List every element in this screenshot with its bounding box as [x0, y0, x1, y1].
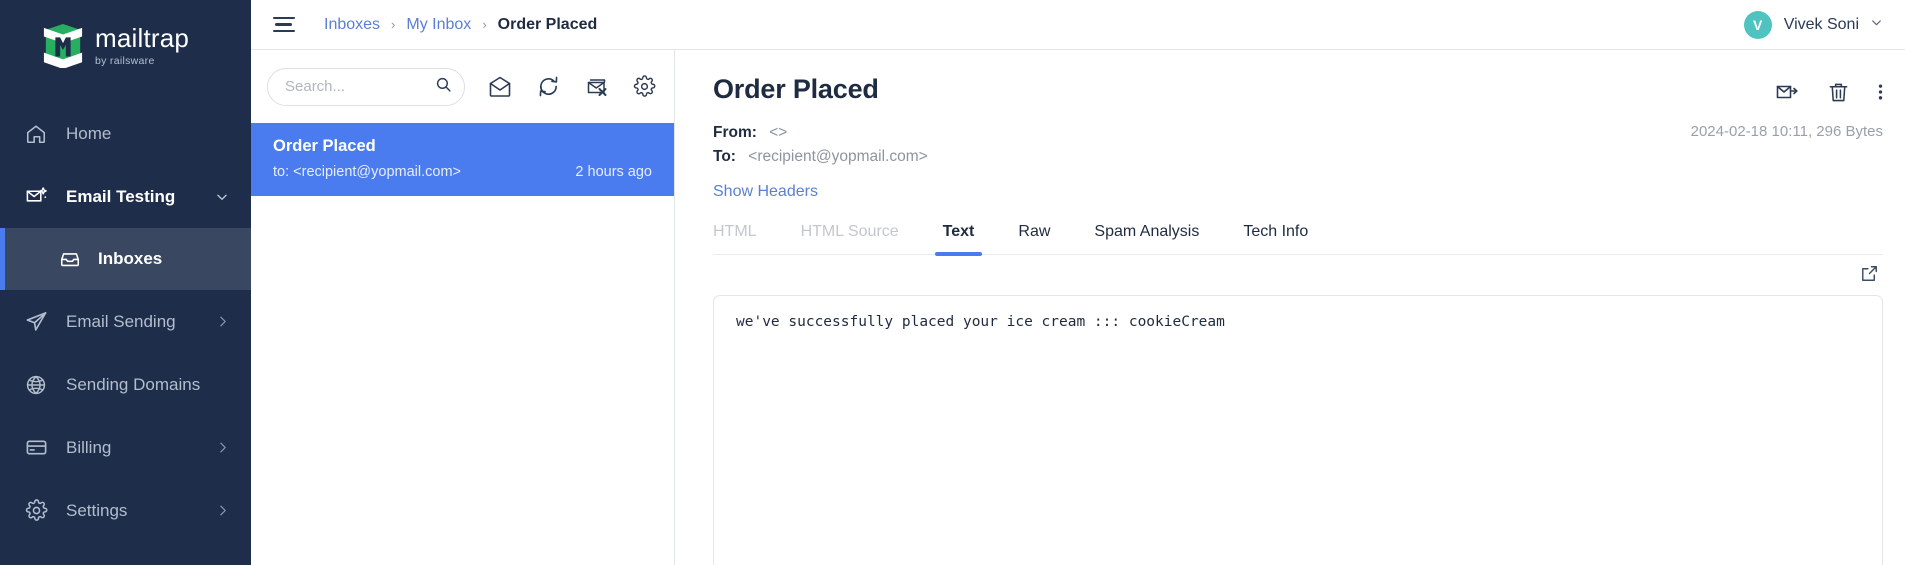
chevron-down-icon — [215, 190, 229, 204]
breadcrumb-separator: › — [391, 17, 396, 32]
message-tabs: HTML HTML Source Text Raw Spam Analysis … — [713, 223, 1883, 256]
sidebar-item-label: Settings — [66, 500, 128, 520]
page-title: Order Placed — [713, 74, 879, 104]
open-in-new-icon[interactable] — [1860, 264, 1879, 288]
chevron-right-icon — [216, 315, 229, 328]
sidebar-item-label: Inboxes — [98, 249, 163, 268]
mark-all-read-icon[interactable] — [487, 74, 513, 100]
sidebar-item-home[interactable]: Home — [0, 102, 251, 165]
sidebar-item-label: Home — [66, 123, 112, 143]
sidebar-item-label: Email Sending — [66, 311, 176, 331]
to-line: To: <recipient@yopmail.com> — [713, 145, 1691, 169]
sidebar-item-email-sending[interactable]: Email Sending — [0, 290, 251, 353]
list-toolbar — [251, 50, 674, 123]
tab-raw[interactable]: Raw — [1018, 223, 1050, 254]
breadcrumb-item-inboxes[interactable]: Inboxes — [324, 16, 380, 34]
user-menu[interactable]: V Vivek Soni — [1743, 10, 1883, 39]
search-input[interactable] — [285, 78, 435, 95]
sidebar-item-label: Email Testing — [66, 186, 176, 206]
brand-logo[interactable]: mailtrap by railsware — [0, 0, 251, 92]
message-info: 2024-02-18 10:11, 296 Bytes — [1690, 123, 1883, 140]
inbox-icon — [58, 247, 82, 271]
list-item[interactable]: Order Placed to: <recipient@yopmail.com>… — [251, 123, 674, 196]
avatar: V — [1743, 10, 1772, 39]
message-header: Order Placed — [713, 50, 1883, 105]
app-root: mailtrap by railsware Home Email Testing… — [0, 0, 1905, 565]
message-detail-panel: Order Placed From: <> To: <recipient@yop… — [675, 50, 1905, 565]
content-split: Order Placed to: <recipient@yopmail.com>… — [251, 50, 1905, 565]
to-label: To: — [713, 148, 736, 165]
gear-icon — [24, 499, 48, 523]
brand-name: mailtrap — [95, 23, 190, 53]
main-area: Inboxes › My Inbox › Order Placed V Vive… — [251, 0, 1905, 565]
message-time: 2 hours ago — [575, 164, 652, 180]
mailtrap-logo-icon — [42, 24, 84, 69]
refresh-icon[interactable] — [535, 74, 561, 100]
body-toolbar — [713, 255, 1883, 295]
sidebar-nav: Home Email Testing Inboxes Email Sending… — [0, 102, 251, 542]
inbox-settings-icon[interactable] — [631, 74, 657, 100]
email-testing-icon — [24, 185, 48, 209]
brand-tagline: by railsware — [95, 55, 155, 67]
sidebar-item-label: Billing — [66, 437, 112, 457]
search-box[interactable] — [267, 67, 465, 106]
sidebar-item-email-testing[interactable]: Email Testing — [0, 165, 251, 228]
chevron-right-icon — [216, 504, 229, 517]
globe-icon — [24, 373, 48, 397]
sidebar-item-sending-domains[interactable]: Sending Domains — [0, 353, 251, 416]
sidebar: mailtrap by railsware Home Email Testing… — [0, 0, 251, 565]
more-options-icon[interactable] — [1878, 81, 1883, 103]
sidebar-item-label: Sending Domains — [66, 374, 201, 394]
breadcrumb: Inboxes › My Inbox › Order Placed — [324, 16, 597, 34]
tab-tech-info[interactable]: Tech Info — [1243, 223, 1308, 254]
show-headers-link[interactable]: Show Headers — [713, 183, 1883, 201]
top-bar: Inboxes › My Inbox › Order Placed V Vive… — [251, 0, 1905, 50]
message-body-text: we've successfully placed your ice cream… — [736, 314, 1225, 330]
chevron-right-icon — [216, 441, 229, 454]
credit-card-icon — [24, 436, 48, 460]
tab-html-source: HTML Source — [800, 223, 899, 240]
tab-html: HTML — [713, 223, 757, 240]
search-icon[interactable] — [435, 76, 452, 98]
paper-plane-icon — [24, 310, 48, 334]
mark-as-read-icon[interactable] — [1775, 80, 1799, 104]
breadcrumb-item-current: Order Placed — [497, 15, 598, 33]
home-icon — [24, 122, 48, 146]
sidebar-item-billing[interactable]: Billing — [0, 416, 251, 479]
sidebar-item-inboxes[interactable]: Inboxes — [0, 228, 251, 290]
message-recipient: to: <recipient@yopmail.com> — [273, 164, 461, 180]
from-label: From: — [713, 124, 757, 141]
message-list-panel: Order Placed to: <recipient@yopmail.com>… — [251, 50, 675, 565]
breadcrumb-item-my-inbox[interactable]: My Inbox — [406, 16, 471, 34]
from-value: <> — [769, 124, 788, 141]
message-meta: From: <> To: <recipient@yopmail.com> 202… — [713, 121, 1883, 169]
tab-spam-analysis[interactable]: Spam Analysis — [1094, 223, 1199, 254]
chevron-down-icon — [1870, 16, 1883, 34]
hamburger-icon[interactable] — [273, 16, 295, 33]
sidebar-item-settings[interactable]: Settings — [0, 479, 251, 542]
delete-all-icon[interactable] — [583, 74, 609, 100]
from-line: From: <> — [713, 121, 1691, 145]
to-value: <recipient@yopmail.com> — [748, 148, 928, 165]
message-body: we've successfully placed your ice cream… — [713, 295, 1883, 565]
message-actions — [1747, 74, 1883, 104]
message-subject: Order Placed — [273, 137, 376, 155]
tab-text[interactable]: Text — [934, 223, 983, 256]
trash-icon[interactable] — [1827, 81, 1850, 104]
breadcrumb-separator: › — [482, 17, 487, 32]
user-name: Vivek Soni — [1783, 15, 1859, 33]
